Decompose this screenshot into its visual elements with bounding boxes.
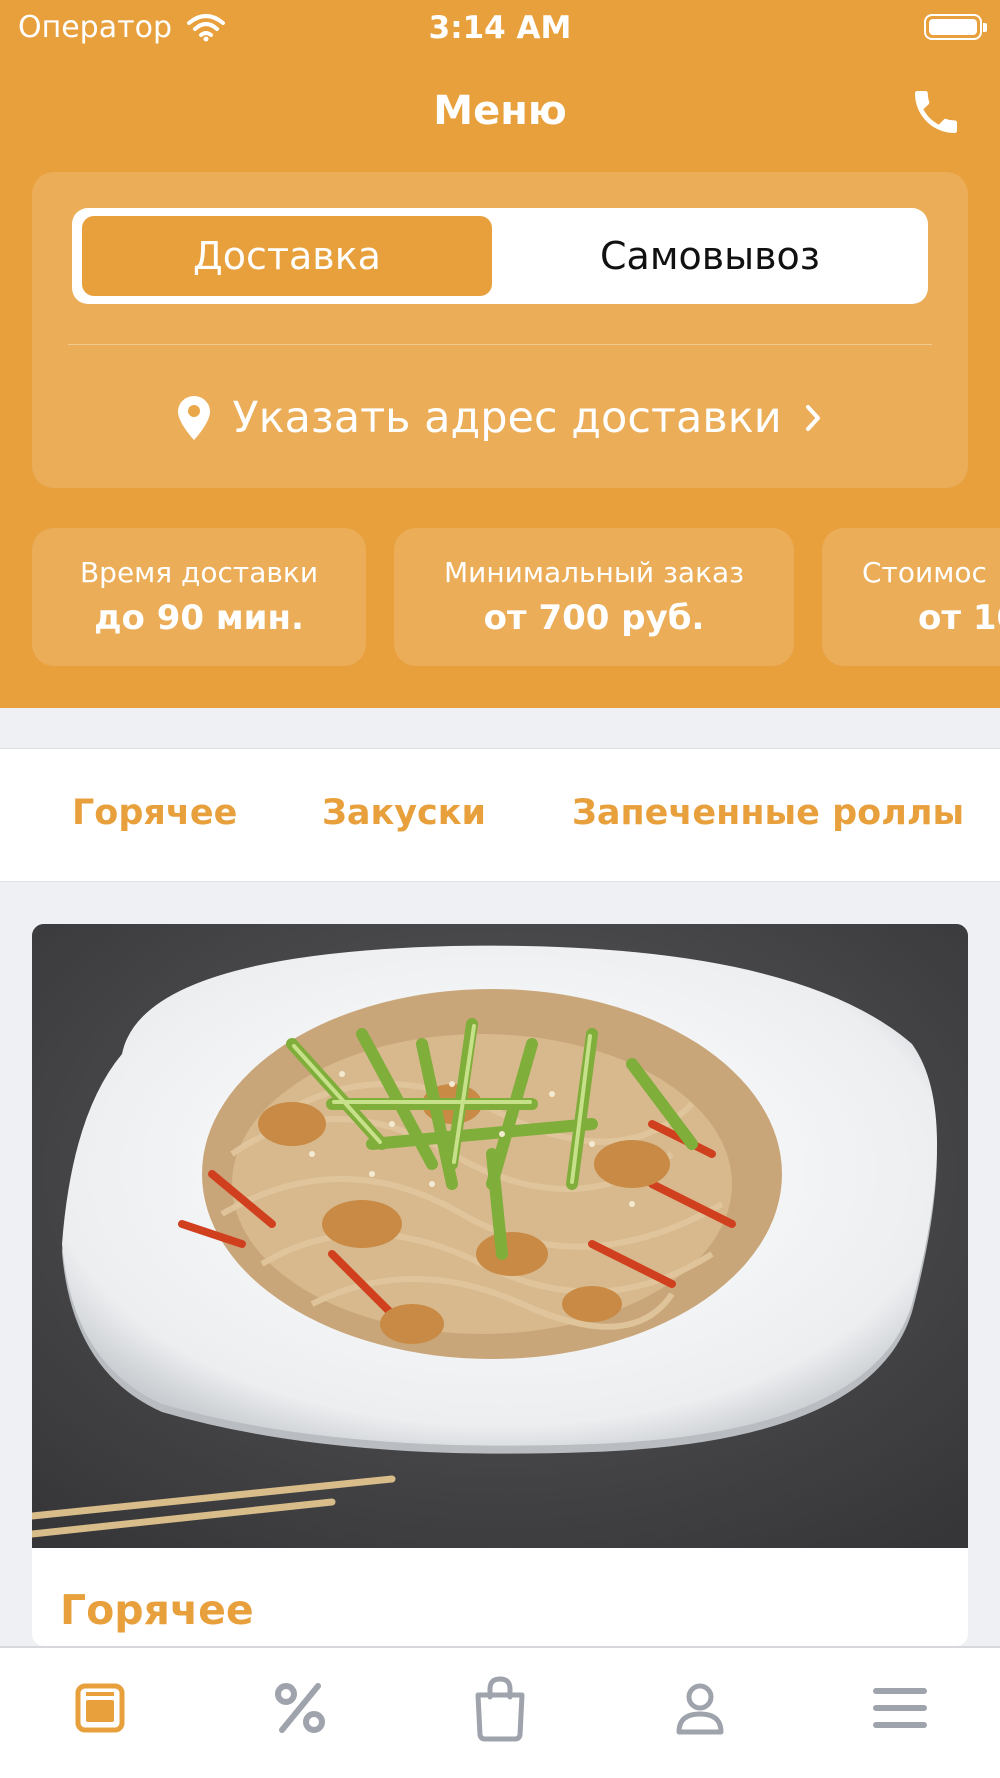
phone-icon[interactable] [908,84,964,140]
min-order-value: от 700 руб. [483,598,705,638]
product-section-title: Горячее [60,1586,254,1634]
divider [68,344,932,345]
delivery-cost-label: Стоимос [862,556,987,589]
category-snacks[interactable]: Закуски [322,793,486,833]
menu-header: Оператор 3:14 AM Меню Доставка Самовывоз [0,0,1000,708]
delivery-time-card: Время доставки до 90 мин. [32,528,366,666]
tab-more[interactable] [860,1668,940,1748]
status-time: 3:14 AM [428,10,572,46]
address-label: Указать адрес доставки [232,393,782,443]
profile-icon [676,1683,724,1735]
category-baked-rolls[interactable]: Запеченные роллы [572,793,964,833]
pickup-option[interactable]: Самовывоз [502,216,918,296]
bag-icon [475,1676,525,1742]
status-bar: Оператор 3:14 AM [0,0,1000,56]
battery-icon [924,14,987,40]
delivery-cost-card: Стоимос от 10 [822,528,1000,666]
delivery-cost-value: от 10 [918,598,1000,638]
min-order-label: Минимальный заказ [443,556,745,589]
address-button[interactable]: Указать адрес доставки [32,382,968,454]
product-card[interactable]: Горячее [32,924,968,1646]
delivery-card: Доставка Самовывоз Указать адрес доставк… [32,172,968,488]
location-pin-icon [178,396,211,440]
category-tabs: Горячее Закуски Запеченные роллы [0,748,1000,882]
delivery-option[interactable]: Доставка [82,216,492,296]
delivery-time-label: Время доставки [79,556,319,589]
delivery-mode-switch: Доставка Самовывоз [72,208,928,304]
tab-profile[interactable] [660,1668,740,1748]
product-photo [32,924,968,1548]
hamburger-icon [873,1688,927,1728]
menu-icon [75,1683,125,1733]
min-order-card: Минимальный заказ от 700 руб. [394,528,794,666]
category-hot[interactable]: Горячее [72,793,237,833]
tab-bar [0,1646,1000,1778]
tab-cart[interactable] [460,1668,540,1748]
tab-menu[interactable] [60,1668,140,1748]
chevron-right-icon [805,405,820,431]
tab-promotions[interactable] [260,1668,340,1748]
percent-icon [275,1683,325,1733]
delivery-time-value: до 90 мин. [94,598,304,638]
page-title: Меню [433,88,567,134]
